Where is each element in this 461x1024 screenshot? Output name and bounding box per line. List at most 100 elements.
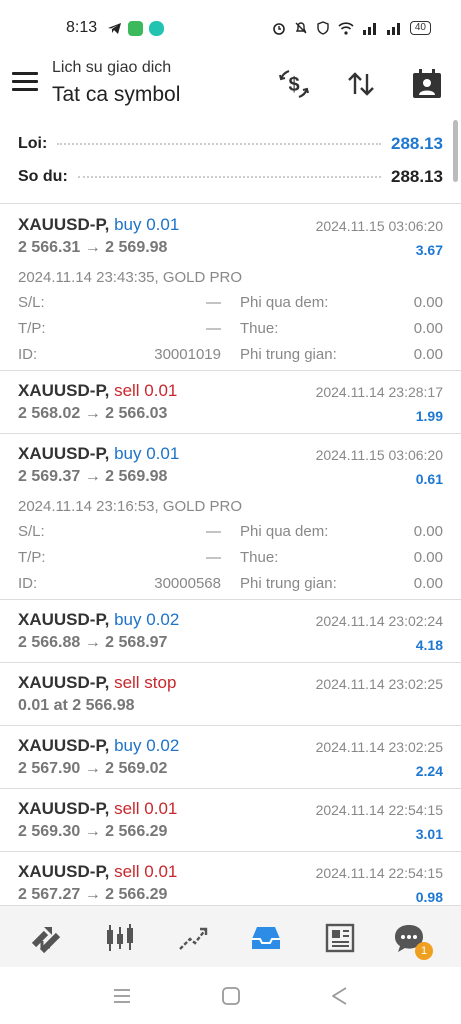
deal-row[interactable]: XAUUSD-P, buy 0.01 2024.11.15 03:06:20 2 5…: [0, 205, 461, 371]
deal-swap-label: Phi qua dem:: [240, 294, 329, 311]
nav-trade[interactable]: [173, 918, 213, 958]
deal-side: sell 0.01: [114, 799, 178, 818]
deal-sl-label: S/L:: [18, 294, 45, 311]
deal-price: 2 567.27 → 2 566.29: [18, 886, 168, 903]
deal-sl-value: —: [206, 294, 221, 311]
recent-apps-button[interactable]: [111, 985, 133, 1007]
deal-time: 2024.11.14 23:02:25: [315, 739, 443, 755]
profit-label: Loi:: [18, 135, 48, 152]
deal-symbol: XAUUSD-P, sell stop: [18, 673, 177, 692]
deal-commission-label: Phi trung gian:: [240, 346, 337, 363]
deal-row[interactable]: XAUUSD-P, buy 0.01 2024.11.15 03:06:20 2 5…: [0, 434, 461, 600]
alarm-icon: [273, 23, 285, 35]
deal-commission-value: 0.00: [413, 575, 443, 592]
deal-row[interactable]: XAUUSD-P, buy 0.02 2024.11.14 23:02:24 2 5…: [0, 600, 461, 663]
signal-icon-2: [386, 22, 400, 35]
deal-side: buy 0.02: [114, 736, 180, 755]
deal-price: 0.01 at 2 566.98: [18, 697, 135, 714]
deal-row[interactable]: XAUUSD-P, sell 0.01 2024.11.14 23:28:17 2 …: [0, 371, 461, 434]
balance-label: So du:: [18, 168, 68, 185]
deal-row[interactable]: XAUUSD-P, sell 0.01 2024.11.14 22:54:15 2 …: [0, 789, 461, 852]
app-header: Lich su giao dich Tat ca symbol $: [0, 56, 461, 118]
deal-commission-value: 0.00: [413, 346, 443, 363]
deal-tax-label: Thue:: [240, 320, 279, 337]
nav-messages[interactable]: 1: [389, 918, 433, 960]
scrollbar[interactable]: [453, 120, 458, 182]
deal-row[interactable]: XAUUSD-P, buy 0.02 2024.11.14 23:02:25 2 5…: [0, 726, 461, 789]
bottom-navigation: 1: [0, 905, 461, 967]
deal-time: 2024.11.14 23:28:17: [315, 384, 443, 400]
deal-side: sell stop: [114, 673, 177, 692]
chart-icon: [107, 924, 133, 951]
deal-row[interactable]: XAUUSD-P, sell stop 2024.11.14 23:02:25 0.…: [0, 663, 461, 726]
deal-open-info: 2024.11.14 23:43:35, GOLD PRO: [18, 269, 243, 286]
deal-profit: 2.24: [415, 763, 443, 779]
news-icon: [325, 923, 355, 953]
currency-exchange-button[interactable]: $: [276, 66, 312, 102]
deal-side: sell 0.01: [114, 381, 178, 400]
deal-id-value: 30000568: [154, 575, 221, 592]
deal-profit: 3.01: [415, 826, 443, 842]
deal-swap-value: 0.00: [413, 523, 443, 540]
deal-open-info: 2024.11.14 23:16:53, GOLD PRO: [18, 498, 243, 515]
deal-time: 2024.11.14 22:54:15: [315, 802, 443, 818]
deal-symbol: XAUUSD-P, buy 0.01: [18, 444, 180, 463]
back-button[interactable]: [329, 985, 351, 1007]
shield-icon: [317, 21, 329, 35]
deal-tp-value: —: [206, 320, 221, 337]
wifi-icon: [338, 21, 354, 35]
signal-icon: [362, 22, 376, 35]
deal-symbol: XAUUSD-P, buy 0.02: [18, 610, 180, 629]
deal-tax-label: Thue:: [240, 549, 279, 566]
status-time: 8:13: [66, 19, 98, 36]
deal-profit: 0.98: [415, 889, 443, 905]
account-summary: Loi: 288.13 So du: 288.13: [0, 122, 461, 204]
deal-side: sell 0.01: [114, 862, 178, 881]
deal-side: buy 0.02: [114, 610, 180, 629]
deal-price: 2 568.02 → 2 566.03: [18, 405, 168, 422]
nav-chart[interactable]: [100, 918, 140, 958]
header-subtitle: Lich su giao dich: [52, 59, 172, 76]
balance-value: 288.13: [391, 167, 443, 186]
deal-side: buy 0.01: [114, 215, 180, 234]
deal-id-label: ID:: [18, 575, 38, 592]
menu-lines-icon: [114, 989, 130, 1003]
deal-tp-label: T/P:: [18, 320, 46, 337]
deal-price: 2 567.90 → 2 569.02: [18, 760, 168, 777]
deal-time: 2024.11.14 22:54:15: [315, 865, 443, 881]
nav-quotes[interactable]: [27, 918, 67, 958]
deal-price: 2 566.88 → 2 568.97: [18, 634, 168, 651]
deal-price: 2 569.37 → 2 569.98: [18, 468, 168, 485]
menu-button[interactable]: [12, 72, 38, 94]
home-button[interactable]: [220, 985, 242, 1007]
trade-icon: [179, 927, 208, 950]
chat-notification-icon: [149, 20, 165, 36]
deal-tp-value: —: [206, 549, 221, 566]
back-triangle-icon: [332, 987, 347, 1005]
nav-news[interactable]: [320, 918, 360, 958]
deal-commission-label: Phi trung gian:: [240, 575, 337, 592]
deal-side: buy 0.01: [114, 444, 180, 463]
deal-price: 2 566.31 → 2 569.98: [18, 239, 168, 256]
sort-button[interactable]: [343, 66, 379, 102]
history-icon: [252, 927, 280, 949]
header-title[interactable]: Tat ca symbol: [52, 83, 180, 107]
telegram-icon: [108, 22, 122, 34]
deal-id-label: ID:: [18, 346, 38, 363]
quotes-icon: [31, 927, 61, 954]
system-navigation: [0, 967, 461, 1024]
battery-icon: 40: [409, 21, 431, 35]
profit-row: Loi: 288.13: [18, 132, 443, 156]
nav-history[interactable]: [246, 918, 286, 958]
calendar-button[interactable]: [409, 66, 445, 102]
profit-value: 288.13: [391, 134, 443, 153]
deal-tp-label: T/P:: [18, 549, 46, 566]
status-bar: 8:13 40: [0, 0, 461, 56]
home-square-icon: [222, 987, 240, 1005]
deal-id-value: 30001019: [154, 346, 221, 363]
deal-symbol: XAUUSD-P, sell 0.01: [18, 799, 178, 818]
deal-time: 2024.11.14 23:02:25: [315, 676, 443, 692]
sort-icon: [348, 72, 374, 96]
deal-profit: 3.67: [415, 242, 443, 258]
deal-time: 2024.11.14 23:02:24: [315, 613, 443, 629]
